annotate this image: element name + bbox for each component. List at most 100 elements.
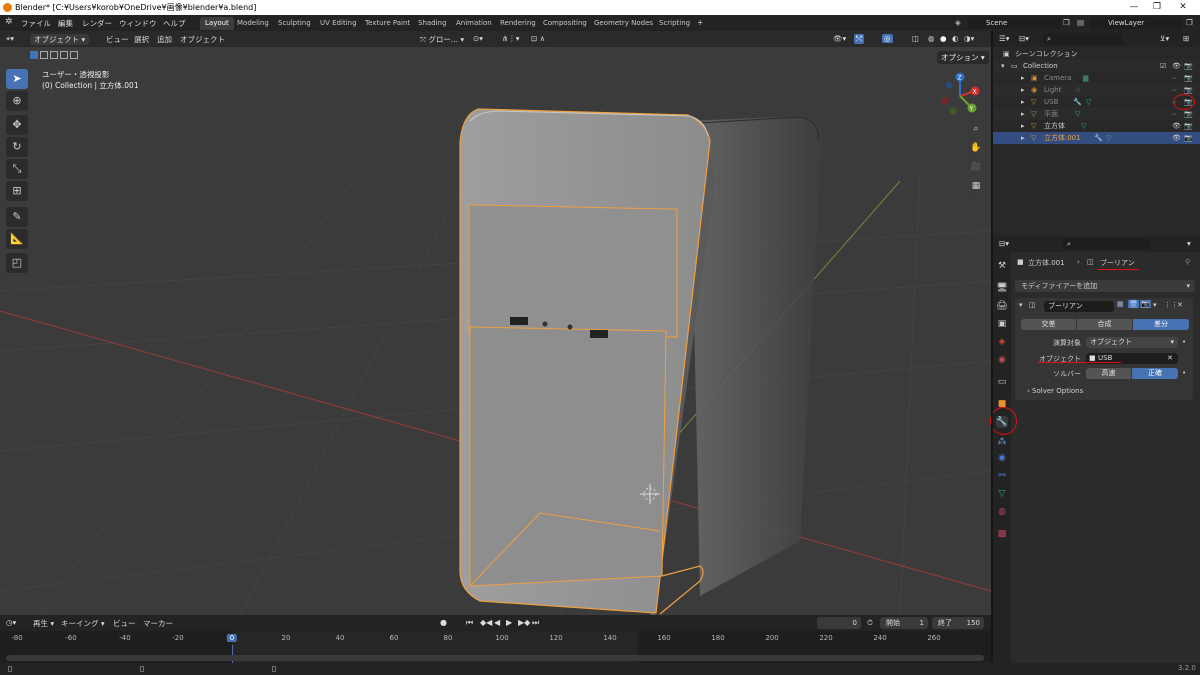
play-reverse-icon[interactable]: ◀ — [494, 618, 500, 627]
eye-icon[interactable]: 👁 — [1172, 60, 1181, 72]
editor-type-icon[interactable]: ⌖▾ — [6, 34, 14, 44]
proportional-edit-icon[interactable]: ⊡ ∧ — [531, 34, 545, 43]
expand-icon[interactable]: ▸ — [1021, 132, 1025, 144]
add-cube-tool[interactable]: ◰ — [6, 253, 28, 273]
drag-handle-icon[interactable]: ⋮⋮ — [1164, 301, 1178, 309]
filter-icon[interactable]: ⊻▾ — [1160, 34, 1169, 43]
material-shading-icon[interactable]: ◐ — [952, 34, 959, 43]
properties-search-input[interactable]: ⌕ — [1063, 238, 1151, 250]
expand-icon[interactable]: ▸ — [1021, 96, 1025, 108]
new-scene-icon[interactable]: ❐ — [1063, 18, 1070, 27]
close-icon[interactable]: ✕ — [1176, 1, 1190, 13]
tab-layout[interactable]: Layout — [200, 17, 234, 30]
blender-menu-icon[interactable]: ✲ — [5, 17, 13, 27]
move-tool[interactable]: ✥ — [6, 115, 28, 135]
hidden-icon[interactable]: ⌣ — [1172, 108, 1177, 120]
expand-icon[interactable]: ▸ — [1021, 120, 1025, 132]
render-camera-icon[interactable]: 📷 — [1184, 60, 1193, 72]
constraints-tab-icon[interactable]: ⚯ — [996, 470, 1008, 482]
output-tab-icon[interactable]: 🖨 — [996, 300, 1008, 312]
outliner-editor-icon[interactable]: ☰▾ — [999, 34, 1010, 43]
solid-shading-icon[interactable]: ● — [940, 34, 947, 43]
menu-select[interactable]: 選択 — [134, 34, 149, 45]
tab-scripting[interactable]: Scripting — [654, 17, 695, 30]
tab-modeling[interactable]: Modeling — [232, 17, 274, 30]
collection-tab-icon[interactable]: ▭ — [996, 376, 1008, 388]
rendered-shading-icon[interactable]: ◑▾ — [964, 34, 974, 43]
menu-object[interactable]: オブジェクト — [180, 34, 225, 45]
jump-end-icon[interactable]: ⏭ — [532, 618, 539, 628]
tab-sculpting[interactable]: Sculpting — [273, 17, 316, 30]
menu-add[interactable]: 追加 — [157, 34, 172, 45]
menu-marker[interactable]: マーカー — [143, 618, 173, 629]
properties-editor-icon[interactable]: ⊟▾ — [999, 239, 1009, 248]
maximize-icon[interactable]: ❐ — [1150, 1, 1164, 13]
modifier-menu-icon[interactable]: ▾ — [1153, 301, 1157, 309]
eye-icon[interactable]: 👁 — [1172, 120, 1181, 132]
add-modifier-button[interactable]: モディファイアーを追加 ▾ — [1015, 280, 1195, 292]
outliner-row-plane[interactable]: ▸ ▽ 平面 ▽ ⌣ 📷 — [993, 108, 1200, 120]
view-layer-icon[interactable]: ▤ — [1077, 18, 1084, 27]
solver-options-expander[interactable]: › Solver Options — [1027, 387, 1083, 395]
mode-dropdown[interactable]: オブジェクト ▾ — [30, 34, 90, 45]
render-camera-icon[interactable]: 📷 — [1184, 132, 1193, 144]
start-frame-field[interactable]: 開始 1 — [880, 617, 928, 629]
outliner-row-scene-collection[interactable]: ▣ シーンコレクション — [993, 48, 1200, 60]
pan-hand-icon[interactable]: ✋ — [968, 140, 984, 156]
timeline-scrollbar[interactable] — [6, 655, 984, 661]
expand-icon[interactable]: ▸ — [1021, 108, 1025, 120]
cursor-tool[interactable]: ⊕ — [6, 91, 28, 111]
viewport-toggle-icon[interactable]: 🖥 — [1128, 300, 1139, 308]
texture-tab-icon[interactable]: ▩ — [996, 528, 1008, 540]
world-tab-icon[interactable]: ◉ — [996, 354, 1008, 366]
outliner-row-camera[interactable]: ▸ ▣ Camera ▆ ⌣ 📷 — [993, 72, 1200, 84]
operation-intersect-button[interactable]: 交差 — [1021, 319, 1076, 330]
menu-keying[interactable]: キーイング ▾ — [61, 618, 105, 629]
xray-icon[interactable]: ◫ — [912, 34, 919, 43]
select-box-tool[interactable]: ➤ — [6, 69, 28, 89]
record-icon[interactable]: ● — [440, 618, 447, 627]
eye-icon[interactable]: 👁 — [1172, 132, 1181, 144]
expand-icon[interactable]: ▾ — [1001, 60, 1005, 72]
tab-rendering[interactable]: Rendering — [495, 17, 541, 30]
play-icon[interactable]: ▶ — [506, 618, 512, 627]
operation-difference-button[interactable]: 差分 — [1133, 319, 1189, 330]
outliner-row-usb[interactable]: ▸ ▽ USB 🔧 ▽ ⌣ 📷 — [993, 96, 1200, 108]
data-tab-icon[interactable]: ▽ — [996, 488, 1008, 500]
jump-start-icon[interactable]: ⏮ — [466, 618, 473, 628]
visibility-icon[interactable]: 👁▾ — [833, 34, 846, 43]
menu-help[interactable]: ヘルプ — [163, 18, 186, 29]
snap-icon[interactable]: ⋔⋮▾ — [502, 34, 520, 43]
measure-tool[interactable]: 📐 — [6, 229, 28, 249]
tool-tab-icon[interactable]: ⚒ — [996, 260, 1008, 272]
operand-type-dropdown[interactable]: オブジェクト ▾ — [1086, 337, 1178, 348]
display-mode-icon[interactable]: ⊟▾ — [1019, 34, 1029, 43]
select-mode-icons[interactable] — [30, 51, 100, 61]
tab-texture-paint[interactable]: Texture Paint — [360, 17, 415, 30]
scale-tool[interactable]: ⤡ — [6, 159, 28, 179]
ortho-grid-icon[interactable]: ▦ — [968, 178, 984, 194]
zoom-icon[interactable]: ⌕ — [968, 121, 984, 137]
add-workspace-icon[interactable]: + — [697, 18, 703, 27]
outliner-search-input[interactable]: ⌕ — [1043, 33, 1123, 45]
tab-geometry-nodes[interactable]: Geometry Nodes — [589, 17, 658, 30]
render-camera-icon[interactable]: 📷 — [1184, 120, 1193, 132]
menu-playback[interactable]: 再生 ▾ — [33, 618, 54, 629]
menu-window[interactable]: ウィンドウ — [119, 18, 157, 29]
tab-animation[interactable]: Animation — [451, 17, 497, 30]
3d-viewport[interactable]: ⌖▾ オブジェクト ▾ ビュー 選択 追加 オブジェクト ⤧ グロー... ▾ … — [0, 31, 991, 615]
stopwatch-icon[interactable]: ⏱ — [867, 618, 873, 628]
menu-file[interactable]: ファイル — [21, 18, 51, 29]
particles-tab-icon[interactable]: ⁂ — [996, 436, 1008, 448]
next-key-icon[interactable]: ▶◆ — [518, 618, 530, 627]
render-toggle-icon[interactable]: 📷 — [1140, 300, 1151, 308]
navigation-gizmo[interactable]: Z X Y — [935, 71, 985, 121]
exclude-checkbox[interactable]: ☑ — [1160, 60, 1166, 72]
solver-fast-button[interactable]: 高速 — [1086, 368, 1131, 379]
remove-modifier-icon[interactable]: ✕ — [1177, 301, 1183, 309]
options-dropdown[interactable]: オプション ▾ — [937, 51, 989, 64]
overlay-toggle-icon[interactable]: ◎ — [882, 34, 893, 43]
scene-field[interactable]: Scene — [968, 17, 1060, 29]
clear-object-icon[interactable]: ✕ — [1167, 353, 1173, 364]
collapse-icon[interactable]: ▾ — [1019, 301, 1023, 309]
